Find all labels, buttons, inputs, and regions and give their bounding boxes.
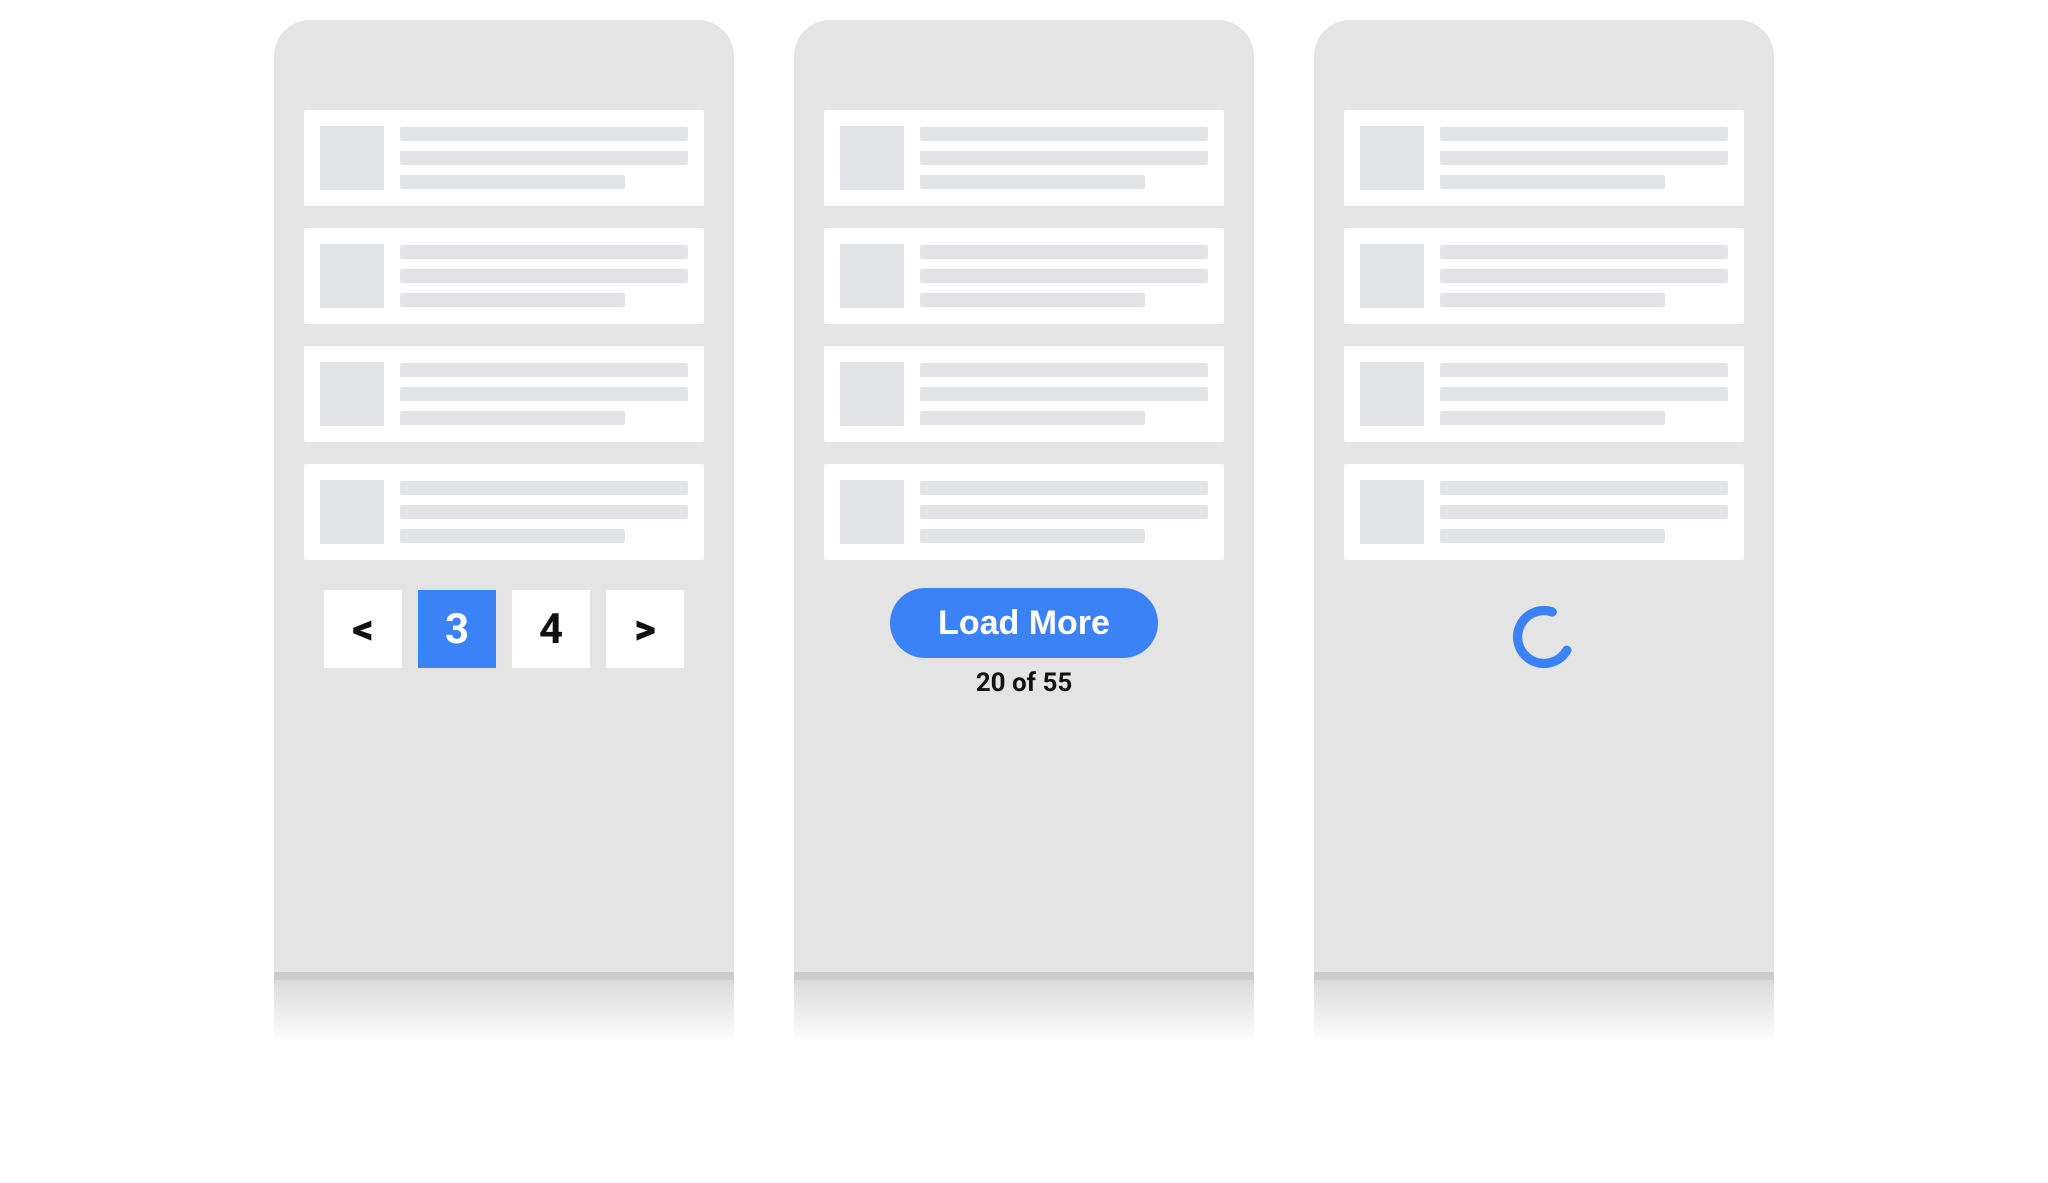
text-placeholder [1440, 244, 1728, 308]
text-placeholder [1440, 480, 1728, 544]
load-more-button[interactable]: Load More [890, 588, 1158, 658]
thumbnail-placeholder [320, 126, 384, 190]
diagram-stage: < 3 4 > [0, 0, 2048, 1183]
list-item [1344, 228, 1744, 324]
pager-next-button[interactable]: > [606, 590, 684, 668]
phone-pagination: < 3 4 > [274, 20, 734, 980]
list-item [304, 110, 704, 206]
text-placeholder [920, 244, 1208, 308]
thumbnail-placeholder [1360, 126, 1424, 190]
text-placeholder [400, 126, 688, 190]
thumbnail-placeholder [840, 126, 904, 190]
list-item [1344, 110, 1744, 206]
text-placeholder [920, 362, 1208, 426]
text-placeholder [1440, 126, 1728, 190]
list-item [824, 346, 1224, 442]
thumbnail-placeholder [840, 244, 904, 308]
thumbnail-placeholder [840, 362, 904, 426]
pager-page-3[interactable]: 3 [418, 590, 496, 668]
pager-page-4[interactable]: 4 [512, 590, 590, 668]
loading-spinner-icon [1511, 604, 1577, 670]
load-more-count-text: 20 of 55 [824, 668, 1224, 698]
list-item [824, 228, 1224, 324]
list-item [1344, 346, 1744, 442]
thumbnail-placeholder [320, 244, 384, 308]
pagination-control: < 3 4 > [304, 590, 704, 668]
text-placeholder [400, 480, 688, 544]
thumbnail-placeholder [1360, 244, 1424, 308]
text-placeholder [920, 126, 1208, 190]
text-placeholder [920, 480, 1208, 544]
thumbnail-placeholder [320, 362, 384, 426]
thumbnail-placeholder [1360, 362, 1424, 426]
list-item [304, 228, 704, 324]
list-item [824, 110, 1224, 206]
thumbnail-placeholder [1360, 480, 1424, 544]
pager-prev-button[interactable]: < [324, 590, 402, 668]
phone-infinite-scroll [1314, 20, 1774, 980]
phone-load-more: Load More 20 of 55 [794, 20, 1254, 980]
text-placeholder [1440, 362, 1728, 426]
list-item [304, 346, 704, 442]
text-placeholder [400, 362, 688, 426]
thumbnail-placeholder [320, 480, 384, 544]
thumbnail-placeholder [840, 480, 904, 544]
list-item [304, 464, 704, 560]
text-placeholder [400, 244, 688, 308]
list-item [824, 464, 1224, 560]
list-item [1344, 464, 1744, 560]
